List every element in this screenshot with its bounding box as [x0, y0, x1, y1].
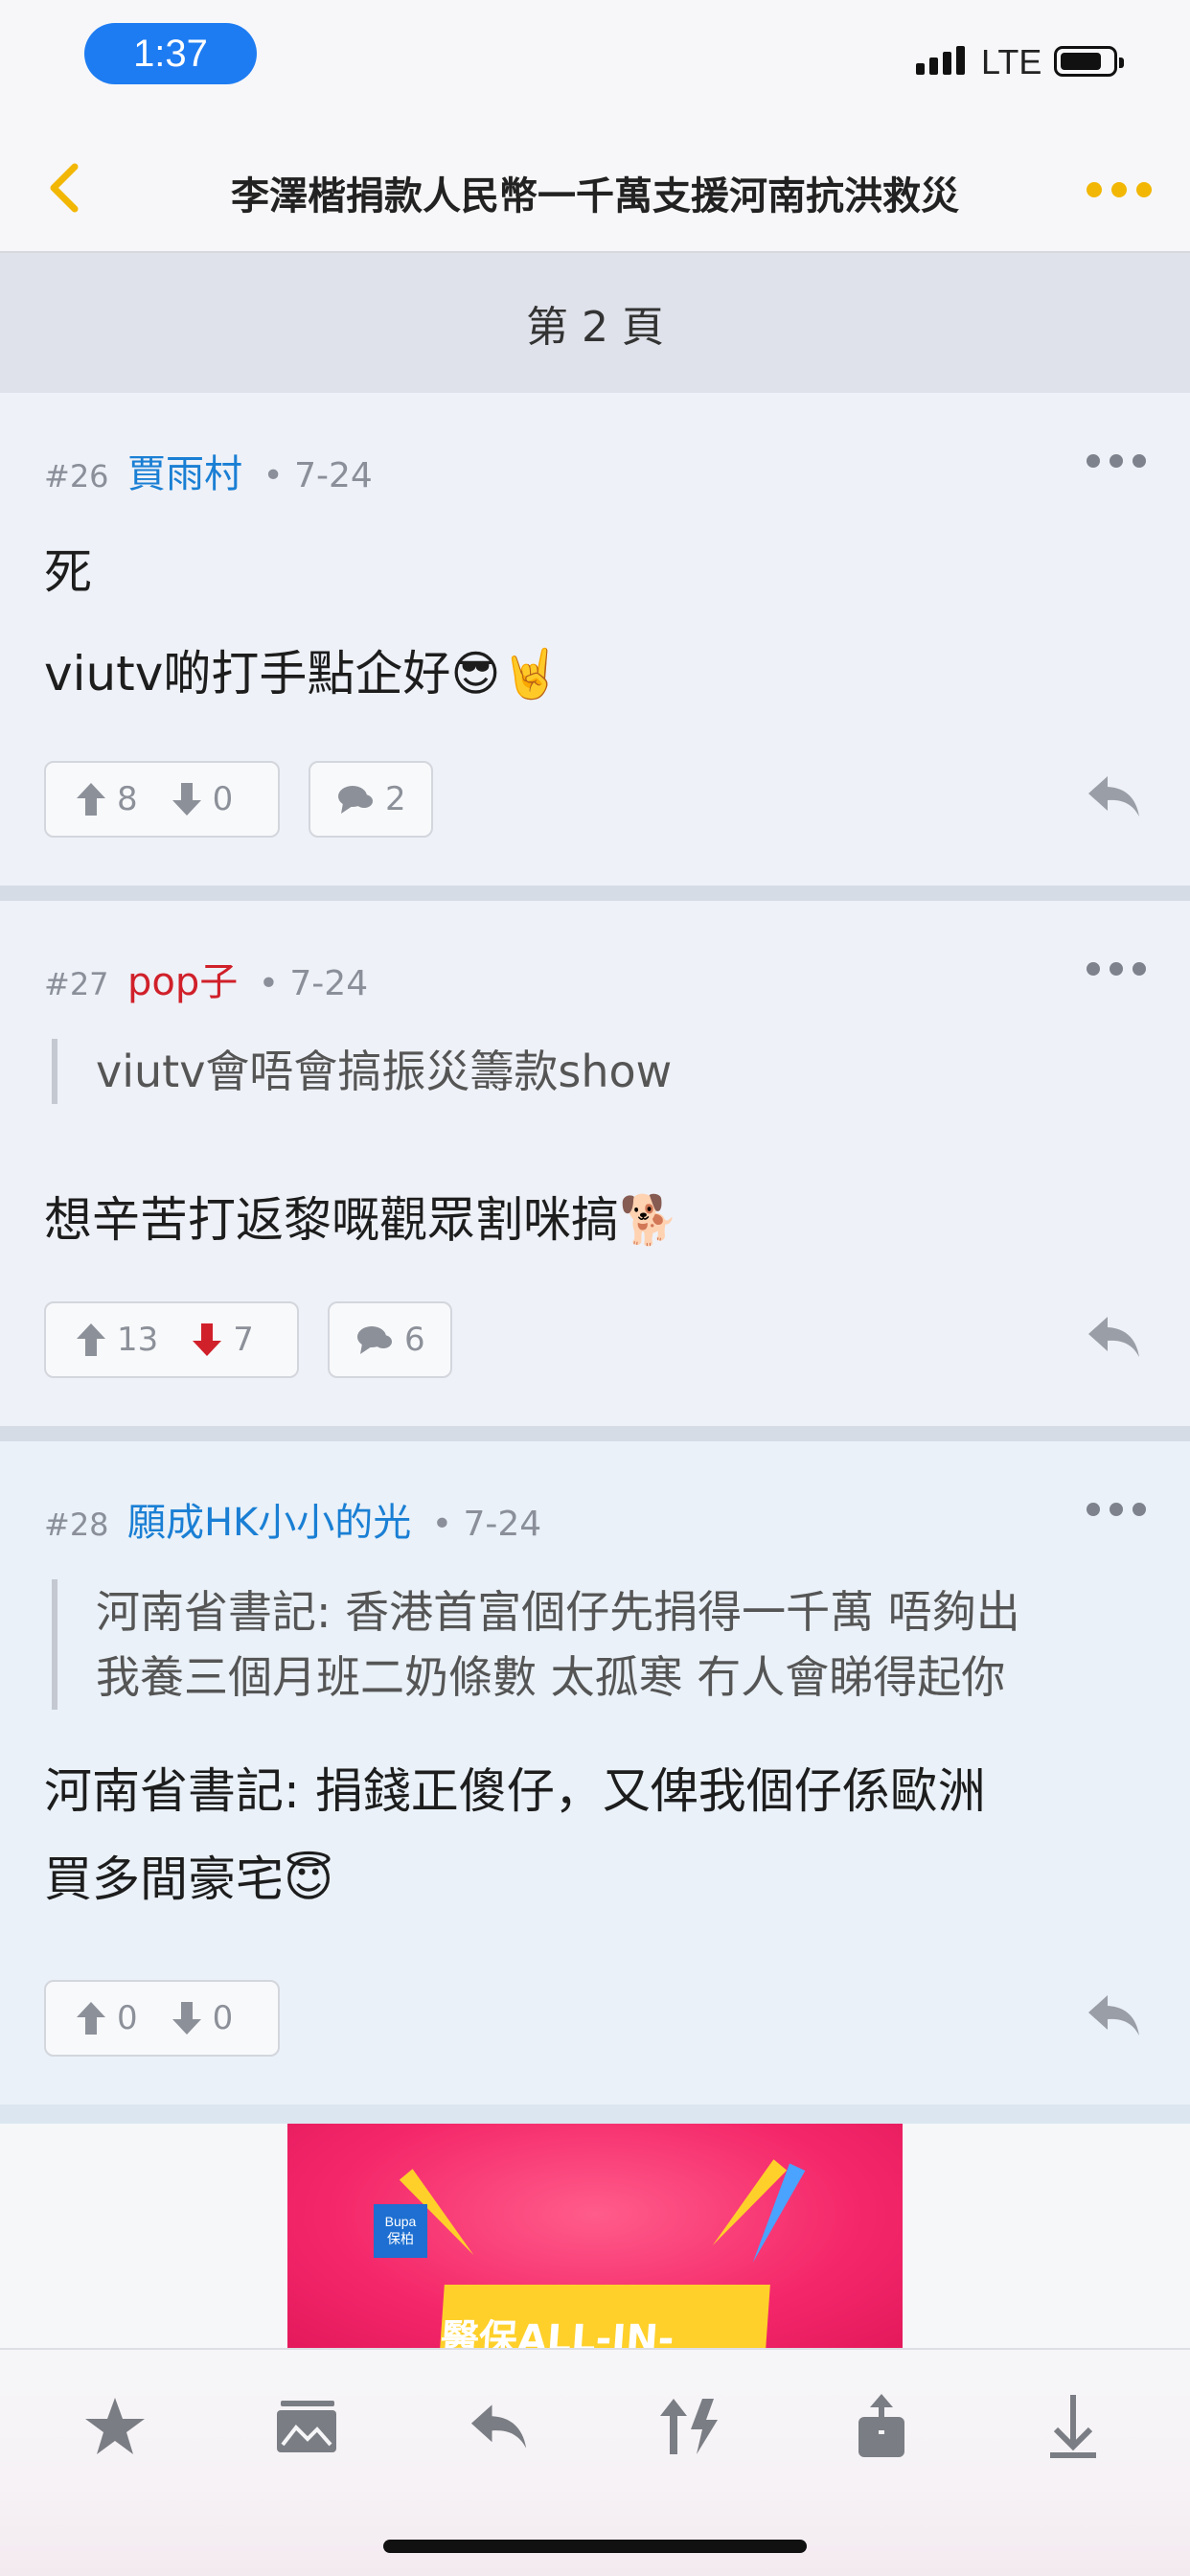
post-number: #27 — [44, 966, 109, 1002]
post-author[interactable]: 願成HK小小的光 — [127, 1501, 411, 1545]
network-label: LTE — [981, 42, 1042, 81]
downvote-button[interactable]: 0 — [172, 780, 234, 818]
post-body-line: 買多間豪宅😇 — [44, 1852, 334, 1907]
post-number: #28 — [44, 1506, 109, 1543]
upvote-arrow-icon — [77, 783, 105, 816]
back-chevron-icon[interactable] — [38, 159, 96, 217]
downvote-button[interactable]: 0 — [172, 1999, 234, 2037]
post-27: #27 pop子 • 7-24 viutv會唔會搞振災籌款show 想辛苦打返黎… — [0, 901, 1190, 1426]
post-26: #26 賈雨村 • 7-24 死 viutv啲打手點企好😎🤘 8 0 2 — [0, 393, 1190, 886]
comments-button[interactable]: 2 — [309, 761, 433, 838]
gallery-icon[interactable] — [268, 2388, 345, 2465]
post-author[interactable]: pop子 — [127, 960, 238, 1004]
comment-count: 6 — [404, 1321, 425, 1359]
page-number-header: 第 2 頁 — [0, 253, 1190, 393]
star-icon[interactable] — [77, 2388, 153, 2465]
upvote-button[interactable]: 0 — [77, 1999, 138, 2037]
reply-icon[interactable] — [460, 2388, 537, 2465]
downvote-arrow-icon — [172, 2002, 201, 2035]
ad-logo-line: Bupa — [384, 2214, 417, 2229]
upvote-arrow-icon — [77, 1323, 105, 1356]
upvote-button[interactable]: 13 — [77, 1321, 158, 1359]
downvote-count: 0 — [212, 1999, 234, 2037]
share-icon[interactable] — [843, 2388, 920, 2465]
downvote-arrow-icon — [193, 1323, 222, 1356]
comment-count: 2 — [385, 780, 406, 818]
quote-line: 河南省書記: 香港首富個仔先捐得一千萬 唔夠出 — [96, 1586, 1020, 1638]
vote-box: 8 0 — [44, 761, 280, 838]
upvote-button[interactable]: 8 — [77, 780, 138, 818]
post-body-line: 想辛苦打返黎嘅觀眾割咪搞🐕 — [44, 1192, 679, 1248]
quote-block: 河南省書記: 香港首富個仔先捐得一千萬 唔夠出 我養三個月班二奶條數 太孤寒 冇… — [52, 1579, 1020, 1710]
post-separator — [0, 2104, 1190, 2124]
downvote-count: 7 — [233, 1321, 254, 1359]
comment-bubble-icon — [338, 786, 373, 814]
post-number: #26 — [44, 458, 109, 494]
post-meta: #27 pop子 • 7-24 — [44, 960, 369, 1004]
downvote-count: 0 — [212, 780, 234, 818]
battery-icon — [1054, 46, 1124, 77]
ad-headline: 醫保ALL-IN-ONE! — [437, 2285, 770, 2350]
downvote-button[interactable]: 7 — [193, 1321, 254, 1359]
more-options-icon[interactable] — [1087, 182, 1152, 197]
vote-box: 13 7 — [44, 1301, 299, 1378]
thread-title: 李澤楷捐款人民幣一千萬支援河南抗洪救災 — [231, 174, 959, 218]
status-bar: 1:37 LTE — [0, 0, 1190, 125]
post-28: #28 願成HK小小的光 • 7-24 河南省書記: 香港首富個仔先捐得一千萬 … — [0, 1441, 1190, 2104]
signal-icon — [916, 46, 965, 75]
upvote-count: 13 — [117, 1321, 159, 1359]
sort-icon[interactable] — [652, 2388, 728, 2465]
home-indicator[interactable] — [383, 2540, 807, 2553]
reply-icon[interactable] — [1085, 1991, 1142, 2039]
post-body-line: 河南省書記: 捐錢正傻仔，又俾我個仔係歐洲 — [44, 1763, 986, 1819]
ad-banner[interactable]: Bupa 保柏 醫保ALL-IN-ONE! — [287, 2124, 903, 2350]
post-body-line: viutv啲打手點企好😎🤘 — [44, 646, 561, 702]
post-more-icon[interactable] — [1087, 454, 1146, 468]
bupa-logo: Bupa 保柏 — [374, 2204, 427, 2258]
reply-icon[interactable] — [1085, 772, 1142, 820]
nav-bar: 李澤楷捐款人民幣一千萬支援河南抗洪救災 — [0, 125, 1190, 253]
post-separator — [0, 1426, 1190, 1441]
post-more-icon[interactable] — [1087, 1503, 1146, 1516]
upvote-arrow-icon — [77, 2002, 105, 2035]
upvote-count: 8 — [117, 780, 138, 818]
quote-block: viutv會唔會搞振災籌款show — [52, 1039, 672, 1104]
upvote-count: 0 — [117, 1999, 138, 2037]
vote-box: 0 0 — [44, 1980, 280, 2057]
status-time[interactable]: 1:37 — [84, 23, 257, 84]
ad-logo-line: 保柏 — [387, 2231, 414, 2246]
quote-line: 我養三個月班二奶條數 太孤寒 冇人會睇得起你 — [96, 1651, 1006, 1703]
post-date: 7-24 — [463, 1505, 542, 1544]
post-meta: #28 願成HK小小的光 • 7-24 — [44, 1501, 542, 1545]
downvote-arrow-icon — [172, 783, 201, 816]
post-meta: #26 賈雨村 • 7-24 — [44, 452, 373, 496]
quote-line: viutv會唔會搞振災籌款show — [96, 1046, 673, 1097]
post-author[interactable]: 賈雨村 — [127, 452, 242, 496]
reply-icon[interactable] — [1085, 1313, 1142, 1361]
comment-bubble-icon — [357, 1326, 392, 1354]
download-icon[interactable] — [1035, 2388, 1111, 2465]
post-date: 7-24 — [289, 964, 369, 1003]
post-body-line: 死 — [44, 544, 92, 600]
post-more-icon[interactable] — [1087, 962, 1146, 976]
comments-button[interactable]: 6 — [328, 1301, 452, 1378]
post-separator — [0, 886, 1190, 901]
post-date: 7-24 — [294, 456, 373, 495]
